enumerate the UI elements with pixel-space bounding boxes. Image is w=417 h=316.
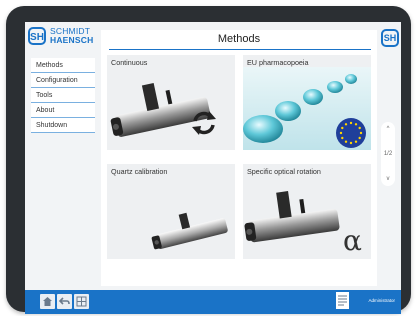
quartz-tube-icon (151, 212, 228, 250)
tile-specific-optical-rotation[interactable]: Specific optical rotation α (243, 164, 371, 259)
brand-logo: SH SCHMIDT HAENSCH (28, 24, 98, 48)
sidebar-item-shutdown[interactable]: Shutdown (31, 118, 95, 133)
sidebar-item-tools[interactable]: Tools (31, 88, 95, 103)
sidebar: Methods Configuration Tools About Shutdo… (31, 58, 95, 133)
logo-text: SCHMIDT HAENSCH (50, 27, 93, 45)
eu-flag-icon (336, 118, 366, 148)
tablet-frame: SH SCHMIDT HAENSCH Methods Configuration… (6, 6, 411, 314)
tile-continuous[interactable]: Continuous (107, 55, 235, 150)
page-indicator: 1/2 (383, 151, 393, 157)
screen: SH SCHMIDT HAENSCH Methods Configuration… (25, 22, 401, 314)
scroll-down-icon[interactable]: v (387, 176, 390, 182)
back-button[interactable] (57, 294, 72, 309)
back-arrow-icon (59, 297, 70, 305)
tile-label: EU pharmacopoeia (247, 58, 309, 67)
footer-bar: Administrator (25, 290, 401, 314)
grid-icon (76, 296, 87, 307)
logo-mark: SH (28, 27, 46, 45)
tile-eu-pharmacopoeia[interactable]: EU pharmacopoeia (243, 55, 371, 150)
tile-quartz-calibration[interactable]: Quartz calibration (107, 164, 235, 259)
grid-button[interactable] (74, 294, 89, 309)
sidebar-item-configuration[interactable]: Configuration (31, 73, 95, 88)
document-lines (336, 292, 349, 309)
page-scroller[interactable]: ^ 1/2 v (381, 122, 395, 186)
tile-label: Continuous (111, 58, 148, 67)
scroll-up-icon[interactable]: ^ (387, 126, 390, 132)
title-divider (109, 49, 371, 50)
home-button[interactable] (40, 294, 55, 309)
logo-line2: HAENSCH (50, 35, 94, 45)
capsules-image (243, 67, 371, 150)
sh-logo-icon: SH (381, 29, 399, 47)
tile-label: Quartz calibration (111, 167, 168, 176)
document-icon[interactable] (336, 292, 349, 309)
tile-label: Specific optical rotation (247, 167, 321, 176)
main-panel: Methods Continuous EU pharmacopoeia Quar… (101, 30, 377, 286)
sidebar-item-about[interactable]: About (31, 103, 95, 118)
page-title: Methods (217, 33, 261, 45)
home-icon (43, 297, 52, 306)
alpha-icon: α (343, 224, 362, 257)
polarimeter-tube-image (110, 83, 216, 137)
sidebar-item-methods[interactable]: Methods (31, 58, 95, 73)
polarimeter-tube-image: α (244, 191, 362, 257)
user-label: Administrator (368, 298, 395, 303)
